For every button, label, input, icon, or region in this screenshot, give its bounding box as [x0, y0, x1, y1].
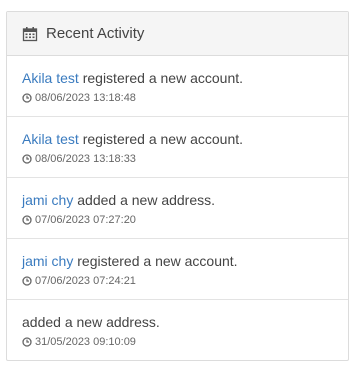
clock-icon — [22, 154, 32, 164]
clock-icon — [22, 93, 32, 103]
activity-action: registered a new account. — [77, 253, 238, 269]
panel-header: Recent Activity — [7, 12, 348, 56]
activity-action: added a new address. — [77, 192, 216, 208]
clock-icon — [22, 337, 32, 347]
activity-timestamp: 08/06/2023 13:18:33 — [22, 152, 348, 166]
activity-action: added a new address. — [22, 314, 160, 330]
activity-user-link[interactable]: Akila test — [22, 70, 79, 86]
activity-user-link[interactable]: Akila test — [22, 131, 79, 147]
activity-text: Akila test registered a new account. — [22, 130, 348, 148]
activity-text: added a new address. — [22, 313, 348, 331]
activity-item: jami chy added a new address. 07/06/2023… — [7, 178, 348, 239]
activity-item: Akila test registered a new account. 08/… — [7, 117, 348, 178]
activity-item: added a new address. 31/05/2023 09:10:09 — [7, 300, 348, 361]
activity-text: Akila test registered a new account. — [22, 69, 348, 87]
calendar-icon — [22, 26, 38, 42]
activity-user-link[interactable]: jami chy — [22, 192, 73, 208]
activity-action: registered a new account. — [82, 70, 244, 86]
activity-item: Akila test registered a new account. 08/… — [7, 56, 348, 117]
activity-timestamp-text: 07/06/2023 07:24:21 — [35, 275, 136, 287]
clock-icon — [22, 215, 32, 225]
panel-title: Recent Activity — [46, 25, 145, 42]
clock-icon — [22, 276, 32, 286]
activity-timestamp-text: 07/06/2023 07:27:20 — [35, 214, 136, 226]
activity-list: Akila test registered a new account. 08/… — [7, 56, 348, 361]
recent-activity-panel: Recent Activity Akila test registered a … — [6, 11, 349, 361]
activity-timestamp-text: 08/06/2023 13:18:48 — [35, 92, 136, 104]
activity-timestamp-text: 31/05/2023 09:10:09 — [35, 336, 136, 348]
activity-timestamp: 31/05/2023 09:10:09 — [22, 335, 348, 349]
activity-timestamp: 07/06/2023 07:24:21 — [22, 274, 348, 288]
activity-timestamp: 07/06/2023 07:27:20 — [22, 213, 348, 227]
activity-text: jami chy registered a new account. — [22, 252, 348, 270]
activity-action: registered a new account. — [82, 131, 244, 147]
activity-timestamp-text: 08/06/2023 13:18:33 — [35, 153, 136, 165]
activity-item: jami chy registered a new account. 07/06… — [7, 239, 348, 300]
activity-text: jami chy added a new address. — [22, 191, 348, 209]
activity-user-link[interactable]: jami chy — [22, 253, 73, 269]
activity-timestamp: 08/06/2023 13:18:48 — [22, 91, 348, 105]
